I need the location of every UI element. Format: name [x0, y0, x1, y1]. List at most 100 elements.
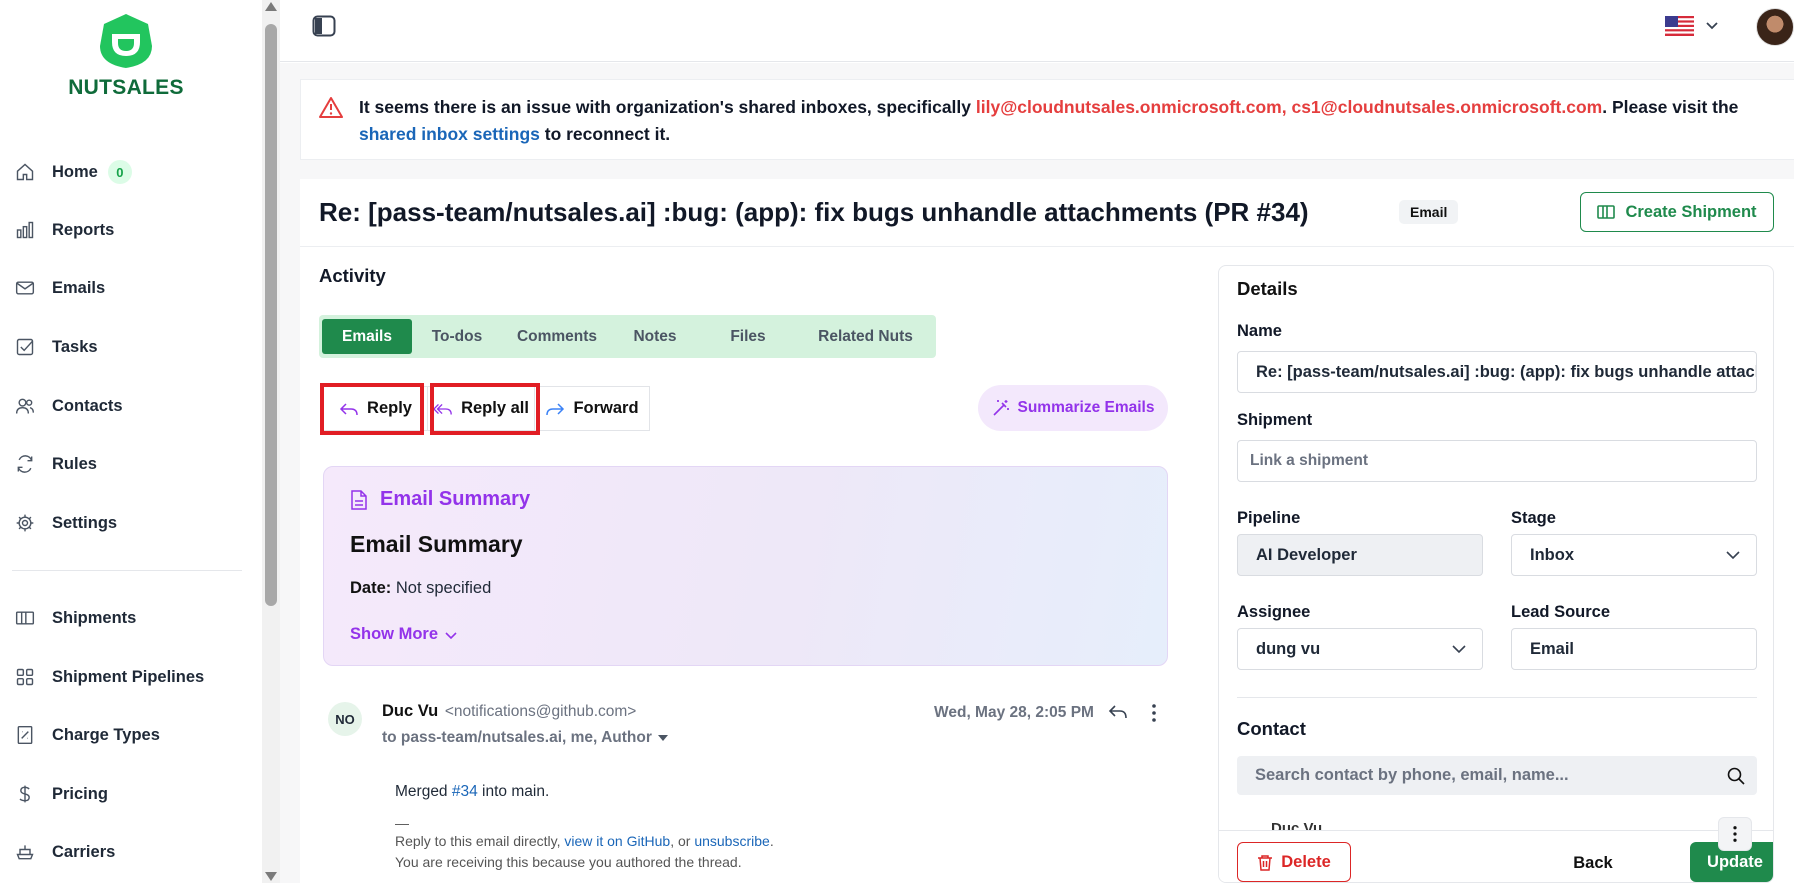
shared-inbox-settings-link[interactable]: shared inbox settings	[359, 124, 540, 144]
tab-todos[interactable]: To-dos	[412, 319, 502, 354]
sidebar-item-contacts[interactable]: Contacts	[14, 391, 123, 421]
forward-icon	[546, 402, 565, 415]
contact-label: Contact	[1237, 718, 1306, 739]
sidebar-toggle-icon[interactable]	[312, 15, 336, 37]
name-field[interactable]: Re: [pass-team/nutsales.ai] :bug: (app):…	[1237, 351, 1757, 393]
home-icon	[14, 161, 36, 183]
unsubscribe-link[interactable]: unsubscribe	[694, 833, 770, 849]
reply-icon	[339, 402, 358, 415]
warning-icon	[319, 97, 343, 118]
us-flag-icon[interactable]	[1665, 16, 1694, 36]
stage-label: Stage	[1511, 509, 1556, 527]
alert-message: It seems there is an issue with organiza…	[359, 94, 1769, 148]
back-button[interactable]: Back	[1564, 843, 1622, 882]
app-root: NUTSALES Home 0 Reports Emails Tasks Con…	[0, 0, 1794, 883]
sidebar-item-rules[interactable]: Rules	[14, 449, 97, 479]
grid-icon	[14, 666, 36, 688]
sidebar-item-settings[interactable]: Settings	[14, 508, 117, 538]
sidebar-item-label: Tasks	[52, 337, 98, 356]
alert-middle: . Please visit the	[1602, 97, 1739, 117]
shipment-field[interactable]: Link a shipment	[1237, 440, 1757, 482]
recipients-toggle[interactable]: to pass-team/nutsales.ai, me, Author	[382, 729, 668, 747]
tab-files[interactable]: Files	[698, 319, 798, 354]
show-more-label: Show More	[350, 625, 439, 643]
stage-value: Inbox	[1530, 545, 1574, 564]
checkbox-icon	[14, 336, 36, 358]
caret-down-icon	[657, 735, 668, 741]
container-icon	[1597, 205, 1616, 219]
sidebar-item-pricing[interactable]: Pricing	[14, 779, 108, 809]
contact-search-input[interactable]: Search contact by phone, email, name...	[1237, 756, 1757, 795]
tab-related-nuts[interactable]: Related Nuts	[798, 319, 933, 354]
ship-icon	[14, 841, 36, 863]
reply-all-button[interactable]: Reply all	[428, 386, 535, 431]
scroll-down-arrow-icon[interactable]	[265, 872, 277, 881]
sidebar-item-tasks[interactable]: Tasks	[14, 332, 98, 362]
sidebar-item-label: Emails	[52, 278, 106, 297]
details-panel: Details Name Re: [pass-team/nutsales.ai]…	[1218, 265, 1774, 883]
pr-link[interactable]: #34	[452, 783, 478, 800]
tab-comments[interactable]: Comments	[502, 319, 612, 354]
recipients-text: to pass-team/nutsales.ai, me, Author	[382, 729, 652, 746]
dollar-icon	[14, 783, 36, 805]
view-on-github-link[interactable]: view it on GitHub	[564, 833, 670, 849]
sidebar-item-charge-types[interactable]: Charge Types	[14, 720, 160, 750]
merged-line: Merged #34 into main.	[395, 783, 1155, 801]
sidebar-item-emails[interactable]: Emails	[14, 273, 105, 303]
sidebar-item-shipment-pipelines[interactable]: Shipment Pipelines	[14, 662, 204, 692]
scroll-up-arrow-icon[interactable]	[265, 2, 277, 11]
floating-more-button[interactable]	[1718, 817, 1752, 851]
tab-notes[interactable]: Notes	[612, 319, 698, 354]
reply-button[interactable]: Reply	[323, 386, 428, 431]
show-more-button[interactable]: Show More	[350, 625, 458, 644]
user-avatar[interactable]	[1756, 8, 1794, 46]
name-label: Name	[1237, 322, 1282, 340]
reply-all-label: Reply all	[461, 399, 529, 417]
more-vertical-icon[interactable]	[1150, 703, 1158, 723]
signature-dash: —	[395, 815, 409, 831]
lead-source-field[interactable]: Email	[1511, 628, 1757, 670]
assignee-label: Assignee	[1237, 603, 1311, 621]
pipeline-label: Pipeline	[1237, 509, 1301, 527]
alert-suffix: to reconnect it.	[539, 124, 671, 144]
mail-icon	[14, 277, 36, 299]
email-date: Wed, May 28, 2:05 PM	[934, 704, 1094, 721]
sidebar-item-shipments[interactable]: Shipments	[14, 603, 136, 633]
details-divider	[1237, 697, 1757, 698]
reply-note-or: , or	[670, 833, 695, 849]
page-title: Re: [pass-team/nutsales.ai] :bug: (app):…	[319, 197, 1309, 227]
top-bar	[280, 0, 1794, 62]
summarize-emails-button[interactable]: Summarize Emails	[978, 385, 1168, 431]
sidebar-item-label: Settings	[52, 513, 118, 532]
reply-note-end: .	[769, 833, 774, 849]
reply-icon[interactable]	[1108, 703, 1128, 721]
logo[interactable]: NUTSALES	[68, 12, 184, 100]
stage-select[interactable]: Inbox	[1511, 534, 1757, 576]
sidebar-item-reports[interactable]: Reports	[14, 215, 114, 245]
magic-wand-icon	[992, 400, 1009, 416]
receiving-note: You are receiving this because you autho…	[395, 854, 742, 870]
alert-emails: lily@cloudnutsales.onmicrosoft.com, cs1@…	[975, 97, 1603, 117]
summary-date: Date: Not specified	[350, 579, 491, 598]
summary-date-label: Date:	[350, 579, 392, 597]
sidebar-item-carriers[interactable]: Carriers	[14, 837, 115, 867]
assignee-select[interactable]: dung vu	[1237, 628, 1483, 670]
activity-tabs: Emails To-dos Comments Notes Files Relat…	[319, 315, 936, 358]
content-panel: Re: [pass-team/nutsales.ai] :bug: (app):…	[300, 179, 1794, 883]
users-icon	[14, 395, 36, 417]
chevron-down-icon[interactable]	[1704, 18, 1720, 34]
sidebar-item-label: Shipments	[52, 608, 137, 627]
trash-icon	[1258, 854, 1273, 871]
reply-note: Reply to this email directly, view it on…	[395, 831, 1155, 852]
sidebar-scrollbar[interactable]	[262, 0, 280, 883]
summarize-emails-label: Summarize Emails	[1017, 399, 1155, 416]
delete-button[interactable]: Delete	[1237, 842, 1351, 882]
chevron-down-icon	[1452, 645, 1466, 654]
forward-button[interactable]: Forward	[535, 386, 650, 431]
sidebar-item-home[interactable]: Home 0	[14, 157, 132, 187]
tab-emails[interactable]: Emails	[322, 319, 412, 354]
scroll-thumb[interactable]	[265, 24, 277, 606]
home-count-badge: 0	[107, 160, 132, 184]
reply-note-prefix: Reply to this email directly,	[395, 833, 565, 849]
create-shipment-button[interactable]: Create Shipment	[1580, 192, 1774, 232]
